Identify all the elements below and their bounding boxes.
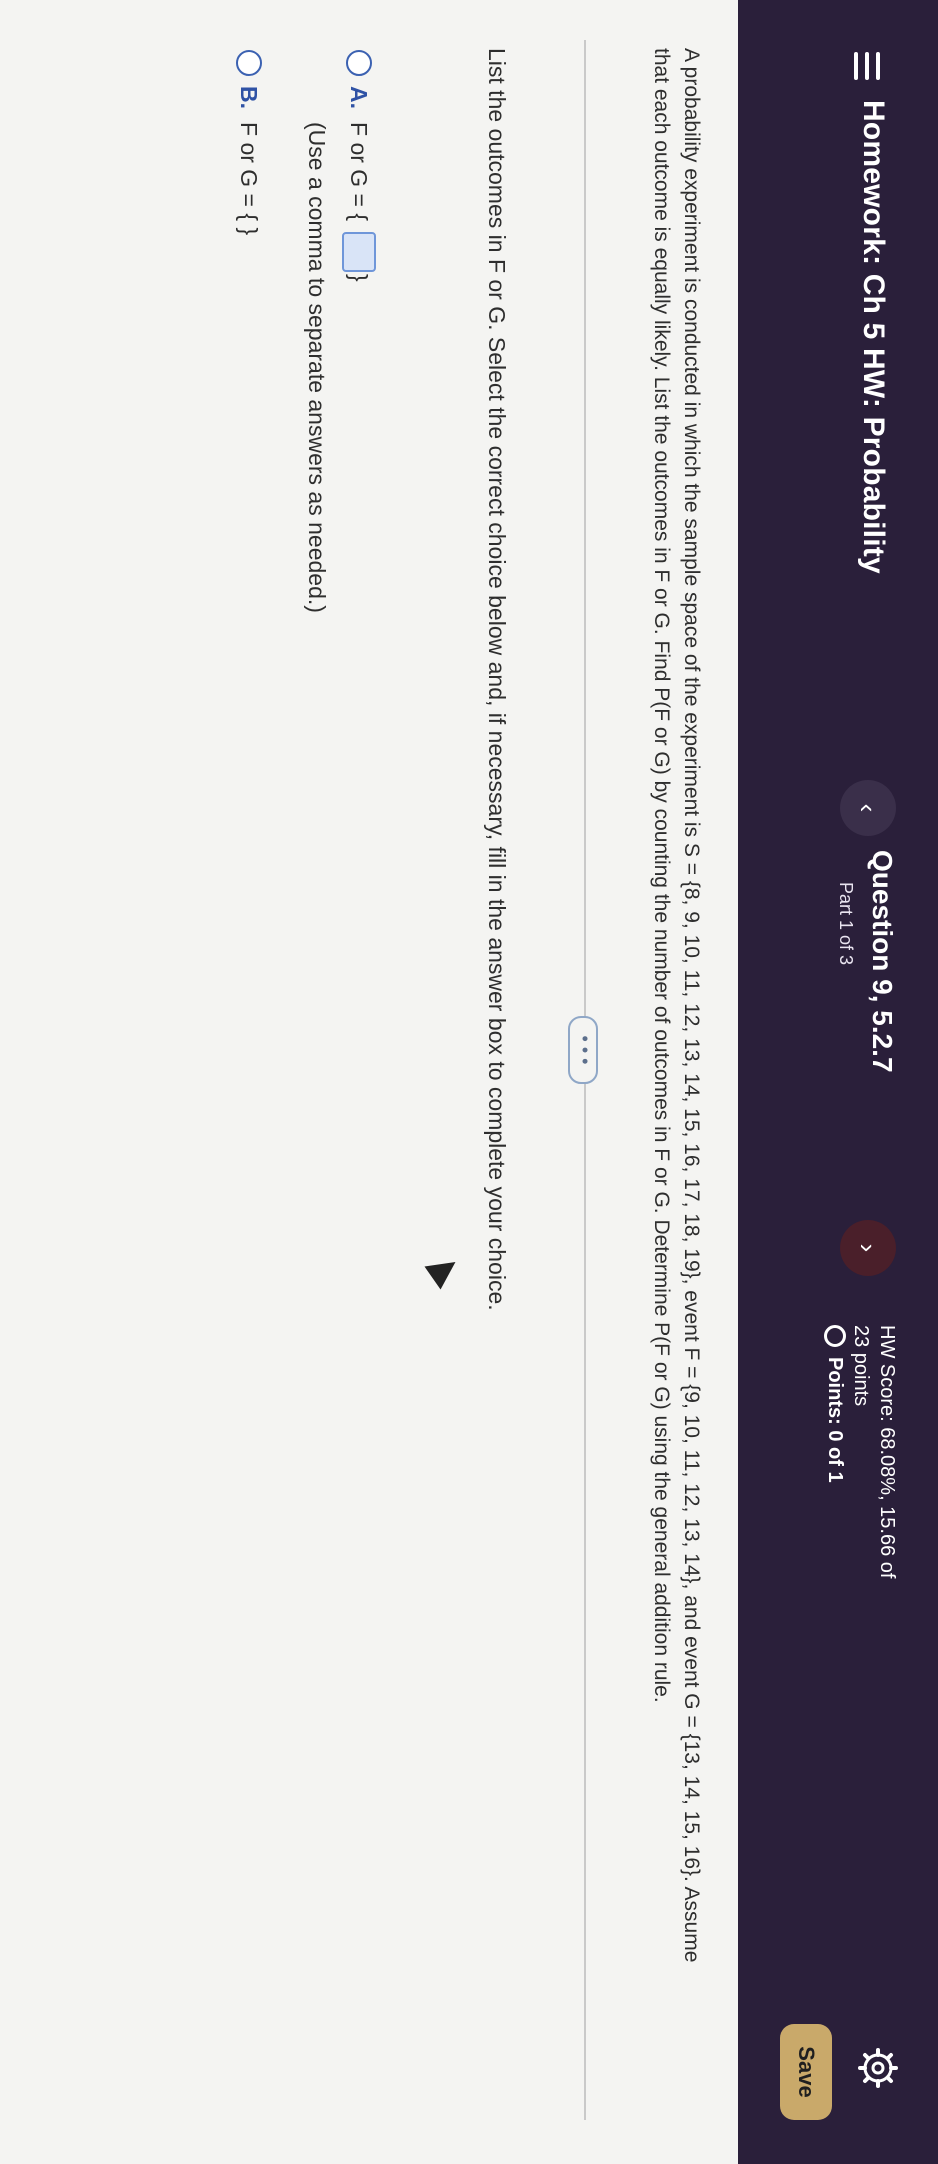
save-button[interactable]: Save — [780, 2024, 832, 2120]
homework-page: Homework: Ch 5 HW: Probability ‹ Questio… — [0, 0, 938, 2164]
choice-b-text: F or G = { } — [236, 122, 262, 236]
choice-a-letter: A. — [346, 86, 372, 109]
question-title: Question 9, 5.2.7 — [867, 850, 898, 1073]
score-block: HW Score: 68.08%, 15.66 of 23 points Poi… — [822, 1325, 900, 1578]
choice-b-letter: B. — [236, 86, 262, 109]
menu-icon[interactable] — [854, 52, 880, 80]
choice-a-answer-input[interactable] — [342, 232, 376, 272]
question-part: Part 1 of 3 — [836, 882, 856, 966]
problem-statement: A probability experiment is conducted in… — [650, 48, 703, 1963]
points-label: Points: 0 of 1 — [824, 1357, 846, 1483]
header-bar: Homework: Ch 5 HW: Probability ‹ Questio… — [738, 0, 938, 2164]
choice-a-note: (Use a comma to separate answers as need… — [304, 122, 330, 613]
previous-question-button[interactable]: ‹ — [840, 780, 896, 836]
question-instruction: List the outcomes in F or G. Select the … — [484, 48, 510, 1311]
progress-circle-icon — [824, 1325, 846, 1347]
expand-more-button[interactable]: • • • — [568, 1016, 598, 1084]
gear-icon[interactable] — [858, 2048, 898, 2088]
choice-a-prefix: F or G = { — [346, 122, 372, 222]
mouse-cursor-icon — [424, 1250, 464, 1290]
next-question-button[interactable]: › — [840, 1220, 896, 1276]
assignment-title: Homework: Ch 5 HW: Probability — [857, 100, 890, 574]
hw-score: HW Score: 68.08%, 15.66 of — [876, 1325, 898, 1579]
hw-points: 23 points — [850, 1325, 872, 1407]
choice-a-radio[interactable] — [346, 50, 372, 76]
question-points: Points: 0 of 1 — [822, 1325, 848, 1578]
choice-a-suffix: } — [346, 274, 372, 282]
choice-b-radio[interactable] — [236, 50, 262, 76]
